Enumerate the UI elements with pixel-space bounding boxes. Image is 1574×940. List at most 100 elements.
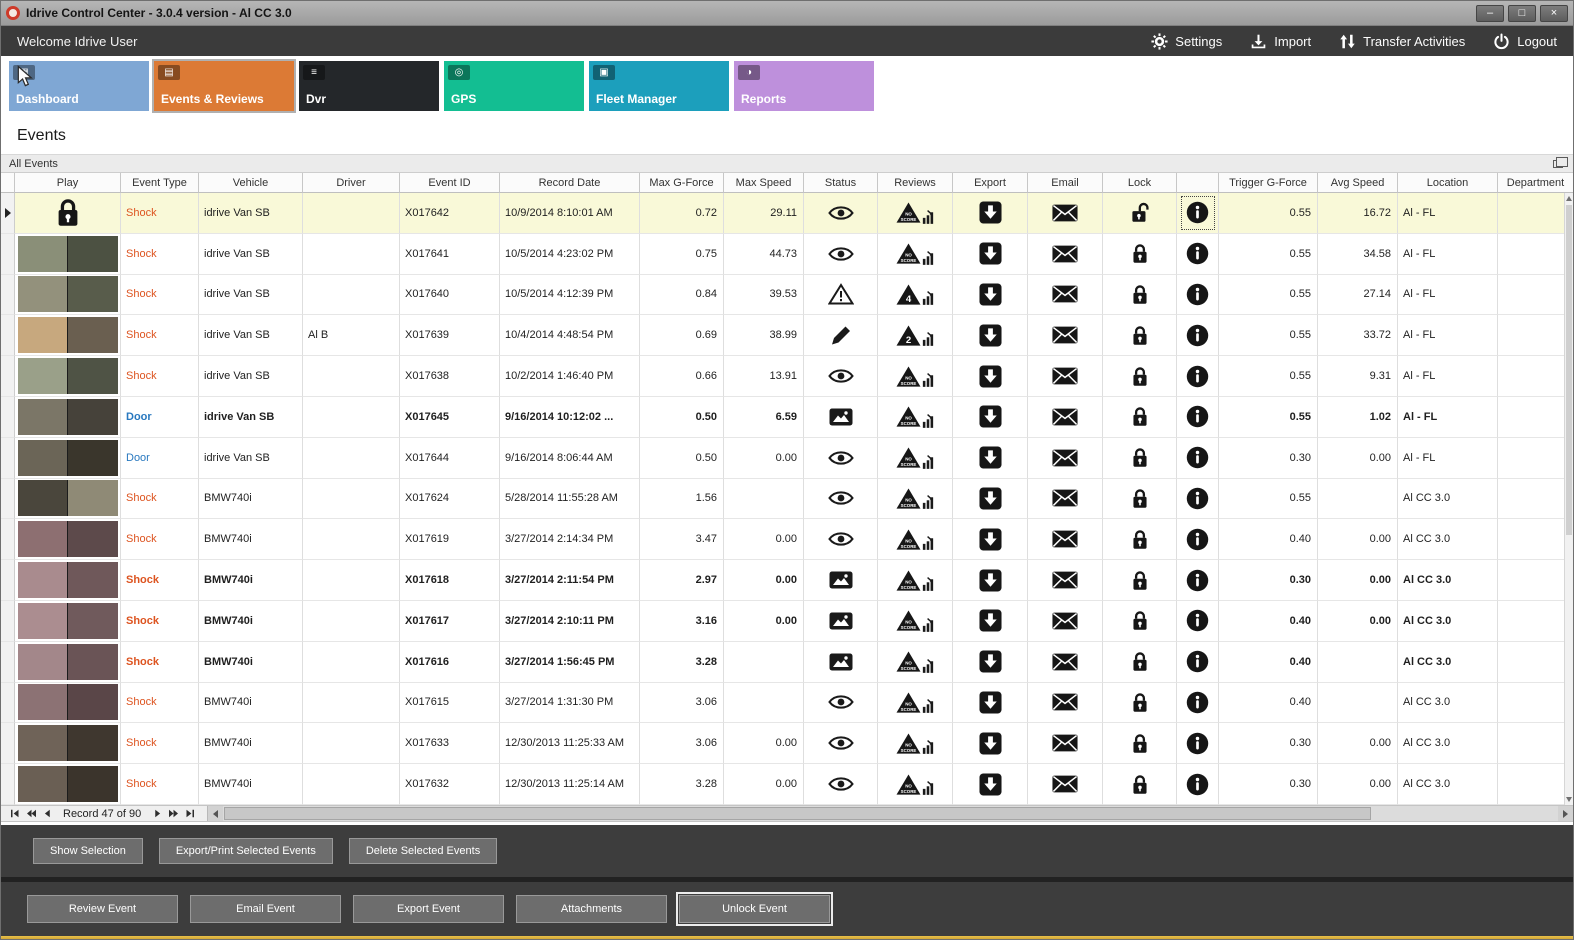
col-header-lock[interactable]: Lock [1103,173,1177,193]
info-icon[interactable] [1186,201,1209,224]
table-row[interactable]: Door idrive Van SB X017644 9/16/2014 8:0… [1,437,1573,479]
email-icon[interactable] [1052,245,1078,263]
table-row[interactable]: Shock BMW740i X017617 3/27/2014 2:10:11 … [1,600,1573,642]
lock-icon[interactable] [1131,446,1149,469]
table-row[interactable]: Shock idrive Van SB X017642 10/9/2014 8:… [1,193,1573,234]
export-icon[interactable] [979,569,1002,592]
event-thumbnail[interactable] [17,562,118,599]
play-cell[interactable] [15,437,121,479]
reviews-cell[interactable]: NO SCORE [878,356,953,397]
play-cell[interactable] [15,764,121,805]
email-icon[interactable] [1052,734,1078,752]
status-cell[interactable] [804,641,878,683]
col-header-email[interactable]: Email [1028,173,1103,193]
col-header-trigger-gforce[interactable]: Trigger G-Force [1219,173,1318,193]
col-header-vehicle[interactable]: Vehicle [199,173,303,193]
email-icon[interactable] [1052,326,1078,344]
table-row[interactable]: Shock idrive Van SB Al B X017639 10/4/20… [1,315,1573,357]
info-icon[interactable] [1186,773,1209,796]
lock-icon[interactable] [1131,569,1149,592]
info-icon[interactable] [1186,283,1209,306]
tab-fleet-manager[interactable]: ▣ Fleet Manager [589,61,729,111]
delete-selected-button[interactable]: Delete Selected Events [348,838,498,864]
lock-icon[interactable] [1131,609,1149,632]
prev-record-button[interactable] [39,807,55,820]
play-cell[interactable] [15,560,121,601]
export-icon[interactable] [979,609,1002,632]
col-header-driver[interactable]: Driver [303,173,400,193]
status-cell[interactable] [804,315,878,357]
reviews-cell[interactable]: NO SCORE [878,233,953,275]
tab-dvr[interactable]: ≡ Dvr [299,61,439,111]
scroll-right-icon[interactable] [1558,806,1573,821]
reviews-cell[interactable]: NO SCORE [878,723,953,765]
hscroll-thumb[interactable] [224,807,1371,820]
email-icon[interactable] [1052,775,1078,793]
event-thumbnail[interactable] [17,602,118,639]
reviews-cell[interactable]: NO SCORE [878,764,953,805]
first-record-button[interactable] [7,807,23,820]
lock-icon[interactable] [1131,283,1149,306]
email-icon[interactable] [1052,571,1078,589]
play-cell[interactable] [15,641,121,683]
horizontal-scrollbar[interactable] [207,806,1573,821]
status-cell[interactable] [804,274,878,316]
lock-icon[interactable] [1131,405,1149,428]
last-record-button[interactable] [181,807,197,820]
export-icon[interactable] [979,405,1002,428]
table-row[interactable]: Shock BMW740i X017618 3/27/2014 2:11:54 … [1,560,1573,601]
play-cell[interactable] [15,274,121,316]
scroll-up-icon[interactable] [1566,196,1572,201]
lock-icon[interactable] [1131,528,1149,551]
export-icon[interactable] [979,324,1002,347]
email-icon[interactable] [1052,204,1078,222]
info-icon[interactable] [1186,528,1209,551]
tab-gps[interactable]: ◎ GPS [444,61,584,111]
col-header-department[interactable]: Department [1498,173,1573,193]
next-record-button[interactable] [149,807,165,820]
event-thumbnail[interactable] [17,643,118,680]
status-cell[interactable] [804,600,878,642]
event-thumbnail[interactable] [17,725,118,762]
status-cell[interactable] [804,356,878,397]
play-cell[interactable] [15,396,121,438]
play-cell[interactable] [15,233,121,275]
event-thumbnail[interactable] [17,358,118,395]
export-icon[interactable] [979,487,1002,510]
settings-button[interactable]: Settings [1151,33,1222,50]
status-cell[interactable] [804,519,878,561]
next-page-button[interactable] [165,807,181,820]
play-cell[interactable] [15,478,121,520]
lock-icon[interactable] [1131,324,1149,347]
status-cell[interactable] [804,560,878,601]
email-icon[interactable] [1052,408,1078,426]
reviews-cell[interactable]: NO SCORE [878,641,953,683]
info-icon[interactable] [1186,650,1209,673]
export-event-button[interactable]: Export Event [353,895,504,923]
lock-icon[interactable] [1131,773,1149,796]
reviews-cell[interactable]: 2 [878,315,953,357]
reviews-cell[interactable]: 4 [878,274,953,316]
reviews-cell[interactable]: NO SCORE [878,519,953,561]
tab-reports[interactable]: ◑ Reports [734,61,874,111]
vscroll-thumb[interactable] [1566,205,1572,535]
status-cell[interactable] [804,478,878,520]
event-thumbnail[interactable] [17,398,118,435]
show-selection-button[interactable]: Show Selection [33,838,143,864]
play-cell[interactable] [15,723,121,765]
status-cell[interactable] [804,396,878,438]
col-header-avg-speed[interactable]: Avg Speed [1318,173,1398,193]
attachments-button[interactable]: Attachments [516,895,667,923]
status-cell[interactable] [804,437,878,479]
play-cell[interactable] [15,315,121,357]
email-icon[interactable] [1052,489,1078,507]
table-row[interactable]: Shock idrive Van SB X017638 10/2/2014 1:… [1,356,1573,397]
col-header-max-gforce[interactable]: Max G-Force [640,173,724,193]
export-icon[interactable] [979,732,1002,755]
transfer-activities-button[interactable]: Transfer Activities [1339,33,1465,50]
maximize-button[interactable]: □ [1508,4,1536,22]
reviews-cell[interactable]: NO SCORE [878,437,953,479]
table-row[interactable]: Shock BMW740i X017633 12/30/2013 11:25:3… [1,723,1573,765]
info-icon[interactable] [1186,446,1209,469]
play-cell[interactable] [15,193,121,234]
